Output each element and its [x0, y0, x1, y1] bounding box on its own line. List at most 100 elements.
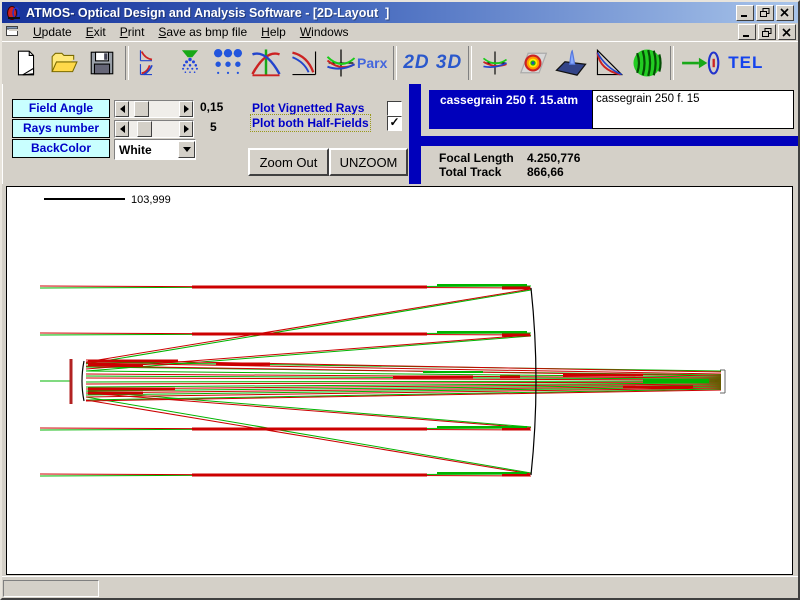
menu-item-windows[interactable]: Windows: [293, 24, 356, 40]
menu-item-help[interactable]: Help: [254, 24, 293, 40]
view-2d-3d-button-label: 2D 3D: [403, 52, 462, 74]
spot-matrix-icon[interactable]: [209, 45, 247, 81]
slider-left-arrow-icon[interactable]: [115, 121, 129, 137]
total-track-value: 866,66: [527, 165, 564, 179]
telescope-button[interactable]: TEL: [678, 45, 765, 81]
save-file-icon: [88, 49, 116, 77]
window-title: ATMOS- Optical Design and Analysis Softw…: [26, 6, 736, 20]
focal-length-row: Focal Length 4.250,776: [439, 151, 514, 165]
rays-number-value: 5: [210, 120, 217, 134]
info-divider: [421, 136, 798, 146]
ray-aberration-icon: [250, 47, 282, 79]
child-close-button[interactable]: [778, 24, 796, 40]
telescope-button-label: TEL: [728, 53, 763, 73]
secondary-mirror: [82, 361, 84, 401]
status-cell: [3, 580, 99, 597]
spot-diagram-icon[interactable]: [171, 45, 209, 81]
panel-divider: [409, 84, 421, 184]
toolbar-separator: [468, 46, 472, 80]
ray-fan-small-icon[interactable]: [476, 45, 514, 81]
field-curves-icon[interactable]: [285, 45, 323, 81]
file-name-box: cassegrain 250 f. 15.atm: [429, 90, 592, 129]
new-file-icon: [12, 49, 40, 77]
scale-label: 103,999: [131, 194, 171, 206]
xy-plots-icon: [137, 47, 167, 79]
field-curves-icon: [289, 47, 319, 79]
paraxial-button[interactable]: Parx: [323, 45, 389, 81]
ray-segment: [86, 290, 531, 364]
spot-matrix-icon: [212, 47, 244, 79]
slider-right-arrow-icon[interactable]: [179, 101, 193, 117]
field-angle-slider[interactable]: [114, 100, 194, 118]
wavefront-fan-icon: [325, 47, 357, 79]
psf-rings-icon: [516, 47, 550, 79]
telescope-icon: [680, 48, 722, 78]
ray-segment: [86, 397, 531, 473]
menu-item-exit[interactable]: Exit: [79, 24, 113, 40]
plot-half-fields-label: Plot both Half-Fields: [252, 116, 369, 130]
plot-half-fields-checkbox[interactable]: ✓: [387, 116, 402, 131]
toolbar-separator: [393, 46, 397, 80]
child-minimize-button[interactable]: [738, 24, 756, 40]
focal-length-value: 4.250,776: [527, 151, 580, 165]
unzoom-button[interactable]: UNZOOM: [329, 148, 408, 176]
interferogram-icon[interactable]: [628, 45, 666, 81]
control-panel: Field Angle 0,15 Rays number 5 BackColor…: [2, 84, 409, 184]
menu-item-save-as-bmp-file[interactable]: Save as bmp file: [151, 24, 254, 40]
file-title-input[interactable]: cassegrain 250 f. 15: [592, 90, 794, 129]
ray-fan-small-icon: [480, 47, 510, 79]
paraxial-button-label: Parx: [357, 55, 387, 71]
save-file-icon[interactable]: [83, 45, 121, 81]
psf-3d-icon[interactable]: [552, 45, 590, 81]
interferogram-icon: [631, 47, 663, 79]
layout-svg: 103,999: [7, 187, 792, 574]
spot-diagram-icon: [175, 47, 205, 79]
field-angle-button[interactable]: Field Angle: [12, 99, 110, 118]
back-color-button[interactable]: BackColor: [12, 139, 110, 158]
slider-left-arrow-icon[interactable]: [115, 101, 129, 117]
toolbar: Parx 2D 3D TEL: [2, 41, 798, 84]
info-panel: cassegrain 250 f. 15.atm cassegrain 250 …: [421, 84, 798, 184]
psf-rings-icon[interactable]: [514, 45, 552, 81]
toolbar-separator: [125, 46, 129, 80]
rays-number-button[interactable]: Rays number: [12, 119, 110, 138]
ray-segment: [86, 400, 531, 474]
status-bar: [2, 576, 798, 598]
mdi-system-icon[interactable]: [6, 26, 20, 38]
layout-canvas[interactable]: 103,999: [6, 186, 793, 575]
menu-item-update[interactable]: Update: [26, 24, 79, 40]
slider-right-arrow-icon[interactable]: [179, 121, 193, 137]
zoom-out-button[interactable]: Zoom Out: [248, 148, 329, 176]
mtf-curve-icon: [594, 47, 624, 79]
ray-segment: [86, 360, 721, 372]
new-file-icon[interactable]: [7, 45, 45, 81]
menu-item-print[interactable]: Print: [113, 24, 152, 40]
ray-segment: [86, 289, 531, 362]
app-window: ATMOS- Optical Design and Analysis Softw…: [0, 0, 800, 600]
open-file-icon: [50, 49, 78, 77]
title-bar: ATMOS- Optical Design and Analysis Softw…: [2, 2, 798, 23]
rays-number-slider[interactable]: [114, 120, 194, 138]
ray-aberration-icon[interactable]: [247, 45, 285, 81]
field-angle-value: 0,15: [200, 100, 223, 114]
app-logo-icon: [6, 5, 22, 21]
ray-segment: [86, 336, 531, 371]
child-restore-button[interactable]: [758, 24, 776, 40]
view-2d-3d-button[interactable]: 2D 3D: [401, 45, 464, 81]
open-file-icon[interactable]: [45, 45, 83, 81]
ray-segment: [86, 393, 531, 428]
back-color-value: White: [115, 143, 178, 157]
psf-3d-icon: [554, 47, 588, 79]
menu-bar: UpdateExitPrintSave as bmp fileHelpWindo…: [2, 23, 798, 41]
mtf-curve-icon[interactable]: [590, 45, 628, 81]
plot-vignetted-checkbox[interactable]: [387, 101, 402, 116]
restore-button[interactable]: [756, 5, 774, 21]
minimize-button[interactable]: [736, 5, 754, 21]
close-button[interactable]: [776, 5, 794, 21]
total-track-label: Total Track: [439, 165, 501, 179]
dropdown-arrow-icon[interactable]: [178, 141, 195, 158]
plot-vignetted-label: Plot Vignetted Rays: [252, 101, 364, 115]
xy-plots-icon[interactable]: [133, 45, 171, 81]
menu-items: UpdateExitPrintSave as bmp fileHelpWindo…: [26, 25, 356, 39]
back-color-dropdown[interactable]: White: [114, 139, 196, 160]
